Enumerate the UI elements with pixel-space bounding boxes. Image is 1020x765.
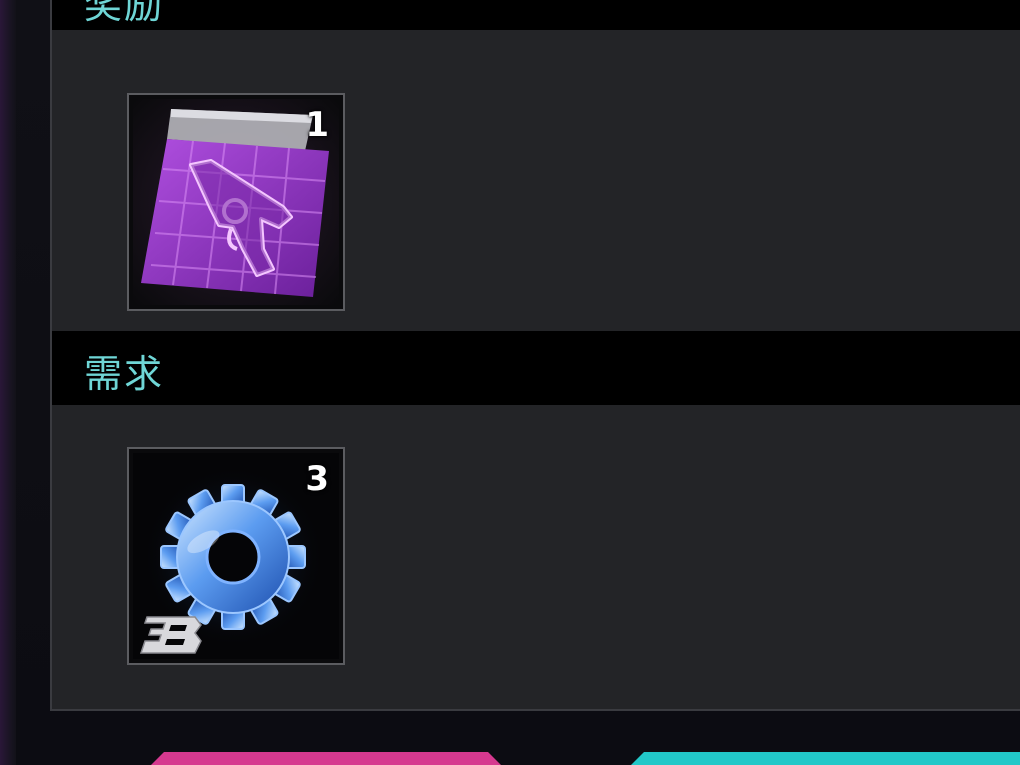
requirement-item-count: 3	[305, 459, 329, 499]
revolver-blueprint-icon: 1	[133, 99, 339, 305]
mission-detail-screen: 奖励 1 需求 3	[0, 0, 1020, 765]
requirement-item-slot[interactable]: 3	[127, 447, 345, 665]
requirement-section-header: 需求	[52, 331, 1020, 405]
reward-item-slot[interactable]: 1	[127, 93, 345, 311]
reward-section-title: 奖励	[84, 0, 165, 27]
tier-b-badge-icon	[139, 616, 202, 654]
left-edge-glow	[0, 0, 16, 765]
cyan-action-button[interactable]	[630, 752, 1020, 765]
reward-item-count: 1	[305, 105, 329, 145]
requirement-section-title: 需求	[84, 352, 165, 396]
mission-info-panel: 奖励 1 需求 3	[50, 0, 1020, 711]
reward-section-header: 奖励	[52, 0, 1020, 30]
pink-action-button[interactable]	[150, 752, 502, 765]
gear-part-icon: 3	[133, 453, 339, 659]
